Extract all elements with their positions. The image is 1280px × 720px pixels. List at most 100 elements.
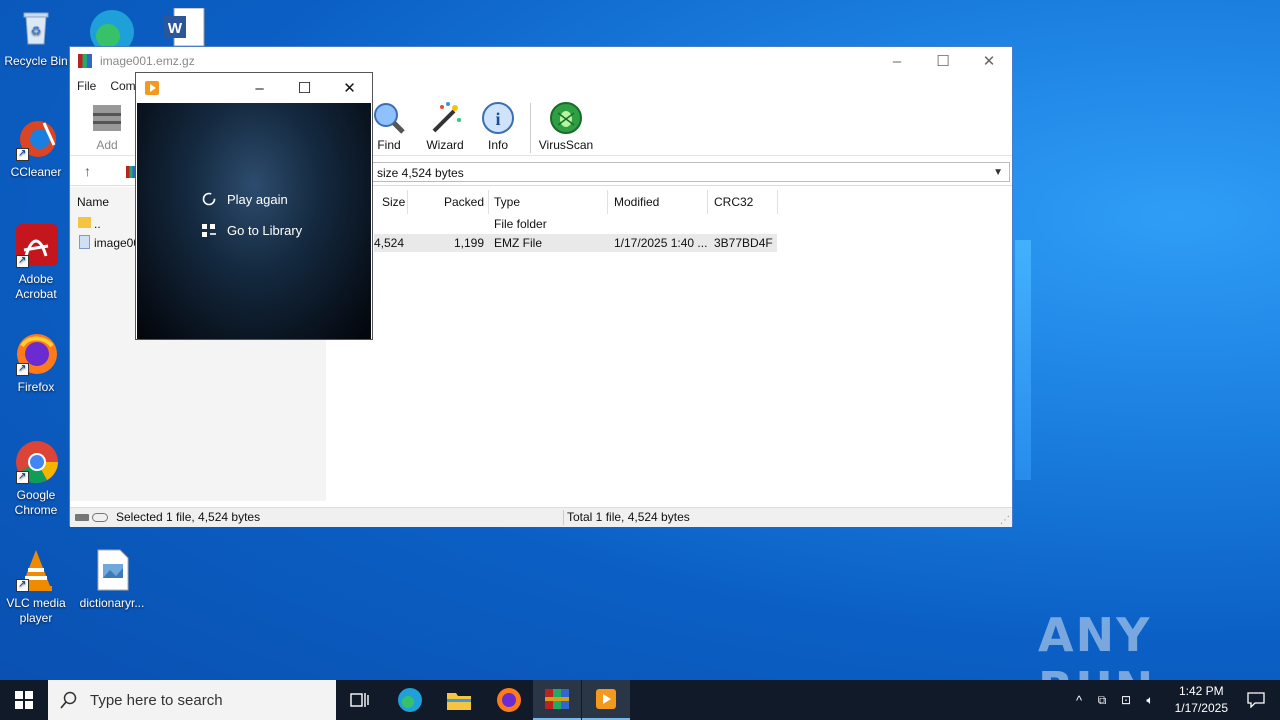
column-header-modified[interactable]: Modified — [614, 194, 659, 214]
player-minimize-button[interactable]: – — [237, 73, 282, 103]
taskbar-winrar-button[interactable] — [533, 680, 581, 720]
row-crc32: 3B77BD4F — [714, 236, 773, 250]
desktop-icon-recycle-bin[interactable]: ♻ Recycle Bin — [0, 6, 72, 69]
search-placeholder: Type here to search — [90, 691, 223, 709]
status-selected: Selected 1 file, 4,524 bytes — [116, 510, 261, 524]
start-button[interactable] — [0, 680, 48, 720]
network-drive-icon[interactable]: ⧉ — [1090, 693, 1114, 708]
minimize-button[interactable]: – — [874, 47, 920, 75]
column-header-packed[interactable]: Packed — [444, 194, 484, 214]
virus-scan-bug-icon — [549, 101, 583, 135]
desktop-icon-ccleaner[interactable]: CCleaner — [0, 117, 72, 180]
clock-date: 1/17/2025 — [1174, 701, 1228, 715]
adobe-acrobat-icon — [14, 224, 58, 268]
desktop-icon-google-chrome[interactable]: Google Chrome — [0, 440, 72, 518]
column-header-type[interactable]: Type — [494, 194, 520, 214]
replay-icon — [202, 192, 216, 206]
winrar-titlebar: image001.emz.gz – ☐ ✕ — [70, 47, 1012, 75]
shortcut-arrow-icon — [16, 253, 29, 268]
column-header-crc32[interactable]: CRC32 — [714, 194, 753, 214]
play-again-button[interactable]: Play again — [201, 191, 288, 207]
toolbar-virusscan-button[interactable]: VirusScan — [536, 99, 596, 152]
network-icon[interactable]: ⊡ — [1114, 693, 1138, 707]
winrar-icon — [545, 689, 569, 709]
folder-icon — [447, 693, 471, 710]
up-arrow-icon[interactable]: ↑ — [84, 163, 91, 179]
desktop-icon-label: VLC media player — [6, 596, 66, 625]
row-type: EMZ File — [494, 236, 542, 250]
column-header-size[interactable]: Size — [382, 194, 405, 214]
volume-icon[interactable]: 🔈︎ — [1138, 693, 1162, 708]
magic-wand-icon — [428, 101, 462, 135]
column-divider[interactable] — [607, 190, 608, 214]
column-divider[interactable] — [707, 190, 708, 214]
library-icon — [202, 224, 216, 237]
row-modified: 1/17/2025 1:40 ... — [614, 236, 708, 250]
svg-text:W: W — [168, 20, 183, 37]
toolbar-wizard-button[interactable]: Wizard — [415, 99, 475, 152]
menu-file[interactable]: File — [77, 79, 96, 93]
taskbar-clock[interactable]: 1:42 PM 1/17/2025 — [1175, 683, 1228, 717]
toolbar-label: Find — [377, 138, 401, 152]
search-icon — [60, 691, 77, 709]
status-divider — [563, 510, 564, 525]
word-document-desktop-icon[interactable]: W — [164, 7, 206, 47]
shortcut-arrow-icon — [16, 469, 29, 484]
player-titlebar: – ☐ ✕ — [136, 73, 372, 103]
menu-commands[interactable]: Com — [110, 79, 135, 93]
row-name: .. — [94, 217, 101, 231]
player-close-button[interactable]: ✕ — [327, 73, 372, 103]
column-header-name[interactable]: Name — [77, 194, 109, 214]
column-divider[interactable] — [777, 190, 778, 214]
edge-desktop-icon[interactable] — [88, 6, 136, 54]
player-content: Play again Go to Library — [137, 103, 371, 339]
go-to-library-button[interactable]: Go to Library — [201, 222, 302, 238]
desktop-icon-label: Adobe Acrobat — [15, 272, 57, 301]
winrar-window-title: image001.emz.gz — [100, 54, 195, 68]
desktop-icon-adobe-acrobat[interactable]: Adobe Acrobat — [0, 224, 72, 302]
desktop-icon-vlc[interactable]: VLC media player — [0, 548, 72, 626]
recycle-bin-icon: ♻ — [14, 6, 58, 50]
notification-center-button[interactable] — [1232, 680, 1280, 720]
firefox-icon — [14, 332, 58, 376]
go-to-library-label: Go to Library — [227, 222, 303, 238]
path-field[interactable]: size 4,524 bytes ▼ — [370, 162, 1010, 182]
image-file-icon — [90, 548, 134, 592]
taskbar-media-player-button[interactable] — [582, 680, 630, 720]
taskbar-search-box[interactable]: Type here to search — [48, 680, 336, 720]
ccleaner-icon — [14, 117, 58, 161]
taskbar-firefox-button[interactable] — [485, 680, 533, 720]
edge-icon — [398, 688, 422, 712]
toolbar-label: Wizard — [426, 138, 464, 152]
player-maximize-button[interactable]: ☐ — [282, 73, 327, 103]
media-player-window: – ☐ ✕ Play again Go to Library — [135, 72, 373, 340]
desktop-light-beam — [1015, 240, 1031, 480]
shortcut-arrow-icon — [16, 146, 29, 161]
resize-grip-icon[interactable]: ⋰ — [1000, 511, 1010, 530]
toolbar-label: VirusScan — [538, 138, 594, 152]
toolbar-add-button[interactable]: Add — [77, 99, 137, 152]
toolbar-separator — [530, 103, 531, 153]
desktop-icon-firefox[interactable]: Firefox — [0, 332, 72, 395]
desktop-icon-dictionary-file[interactable]: dictionaryr... — [76, 548, 148, 611]
column-divider[interactable] — [407, 190, 408, 214]
notification-icon — [1247, 692, 1265, 708]
column-divider[interactable] — [488, 190, 489, 214]
drive-icon — [75, 514, 89, 521]
file-icon — [79, 235, 90, 249]
maximize-button[interactable]: ☐ — [920, 47, 966, 75]
chevron-down-icon[interactable]: ▼ — [993, 163, 1003, 183]
taskbar: Type here to search ^ ⧉ ⊡ 🔈︎ 1:42 PM 1/1… — [0, 680, 1280, 720]
toolbar-info-button[interactable]: i Info — [468, 99, 528, 152]
task-view-icon — [350, 693, 369, 707]
taskbar-edge-button[interactable] — [386, 680, 434, 720]
task-view-button[interactable] — [336, 680, 384, 720]
folder-icon — [78, 217, 91, 228]
chevron-up-icon[interactable]: ^ — [1068, 693, 1090, 708]
close-button[interactable]: ✕ — [966, 47, 1012, 75]
taskbar-explorer-button[interactable] — [435, 680, 483, 720]
desktop-icon-label: Firefox — [17, 380, 55, 394]
chrome-icon — [14, 440, 58, 484]
shortcut-arrow-icon — [16, 577, 29, 592]
clock-time: 1:42 PM — [1178, 684, 1224, 698]
